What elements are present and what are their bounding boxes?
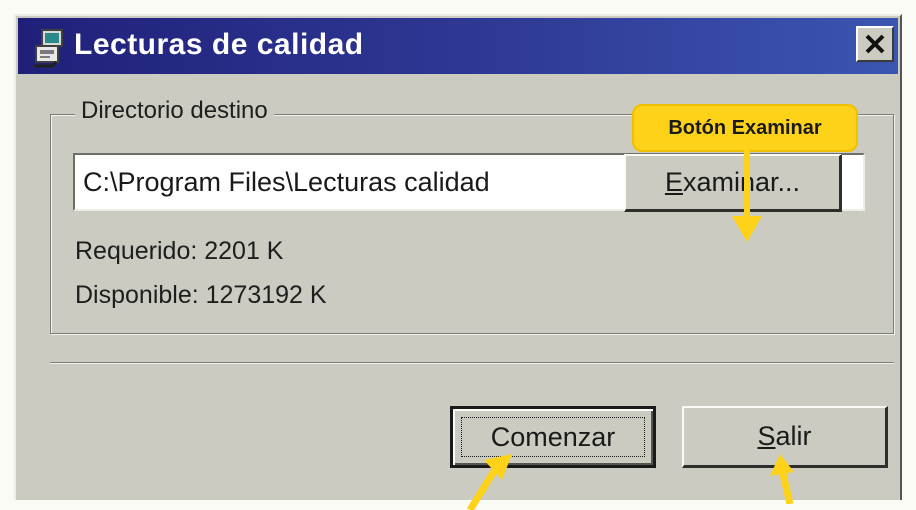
browse-arrowhead-icon (732, 216, 762, 242)
browse-callout-label: Botón Examinar (634, 106, 856, 150)
available-space-text: Disponible: 1273192 K (75, 281, 327, 309)
close-icon (865, 34, 885, 54)
title-bar[interactable]: Lecturas de calidad (18, 18, 898, 74)
separator (50, 362, 894, 364)
close-button[interactable] (856, 26, 894, 62)
start-callout-arrow-icon (467, 454, 512, 510)
group-label: Directorio destino (75, 97, 274, 125)
exit-callout-arrow-icon (770, 454, 794, 504)
app-icon (34, 29, 63, 68)
required-space-text: Requerido: 2201 K (75, 237, 284, 265)
browse-button-label: Examinar... (664, 167, 801, 197)
browse-button[interactable]: Examinar... (624, 154, 842, 212)
start-button-label: Comenzar (490, 421, 616, 452)
exit-button-label: Salir (757, 421, 812, 451)
installer-dialog: Lecturas de calidad Directorio destino R… (14, 14, 902, 510)
window-title: Lecturas de calidad (74, 28, 364, 61)
